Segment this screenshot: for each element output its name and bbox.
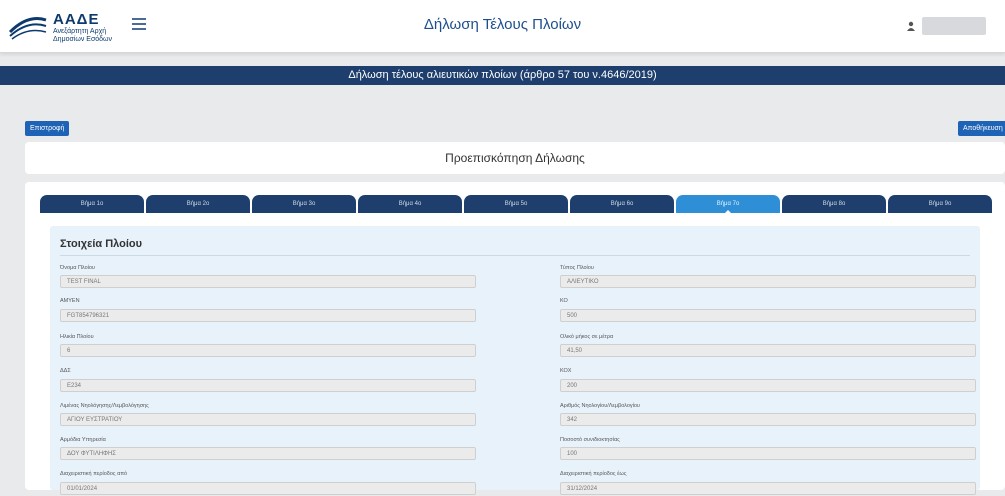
length-label: Ολικό μήκος σε μέτρα	[560, 334, 614, 340]
kox-label: ΚΟΧ	[560, 368, 572, 374]
tab-step-1[interactable]: Βήμα 1ο	[40, 195, 144, 213]
amyen-label: ΑΜΥΕΝ	[60, 298, 80, 304]
vessel-type-label: Τύπος Πλοίου	[560, 265, 594, 271]
ownership-field[interactable]: 100	[560, 447, 976, 460]
back-button[interactable]: Επιστροφή	[25, 121, 70, 136]
registry-number-field[interactable]: 342	[560, 413, 976, 426]
section-title: Στοιχεία Πλοίου	[60, 238, 143, 250]
main-card: Βήμα 1ο Βήμα 2ο Βήμα 3ο Βήμα 4ο Βήμα 5ο …	[25, 182, 1005, 495]
port-field[interactable]: ΑΓΙΟΥ ΕΥΣΤΡΑΤΙΟΥ	[60, 413, 476, 426]
kox-field[interactable]: 200	[560, 379, 976, 392]
user-name-box[interactable]	[922, 17, 986, 35]
tab-step-2[interactable]: Βήμα 2ο	[146, 195, 250, 213]
preview-title-card: Προεπισκόπηση Δήλωσης	[25, 142, 1005, 174]
dds-field[interactable]: E234	[60, 379, 476, 392]
tab-step-6[interactable]: Βήμα 6ο	[570, 195, 674, 213]
length-field[interactable]: 41,50	[560, 344, 976, 357]
menu-icon[interactable]	[132, 18, 146, 30]
page-banner: Δήλωση τέλους αλιευτικών πλοίων (άρθρο 5…	[0, 66, 1005, 85]
logo-subtitle: Ανεξάρτητη Αρχή Δημοσίων Εσόδων	[53, 28, 113, 43]
vessel-age-field[interactable]: 6	[60, 344, 476, 357]
period-from-field[interactable]: 01/01/2024	[60, 482, 476, 495]
logo-title: ΑΑΔΕ	[53, 11, 100, 28]
ko-label: ΚΟ	[560, 298, 568, 304]
period-to-label: Διαχειριστική περίοδος έως	[560, 471, 627, 477]
vessel-name-label: Όνομα Πλοίου	[60, 265, 95, 271]
app-header: ΑΑΔΕ Ανεξάρτητη Αρχή Δημοσίων Εσόδων Δήλ…	[0, 0, 1005, 53]
tab-step-5[interactable]: Βήμα 5ο	[464, 195, 568, 213]
vessel-details-panel: Στοιχεία Πλοίου Όνομα Πλοίου TEST FINAL …	[50, 226, 980, 495]
ownership-label: Ποσοστό συνιδιοκτησίας	[560, 437, 620, 443]
amyen-field[interactable]: FGT854796321	[60, 309, 476, 322]
section-divider	[60, 255, 970, 256]
vessel-name-field[interactable]: TEST FINAL	[60, 275, 476, 288]
vessel-type-field[interactable]: ΑΛΙΕΥΤΙΚΟ	[560, 275, 976, 288]
service-label: Αρμόδια Υπηρεσία	[60, 437, 106, 443]
page-title: Προεπισκόπηση Δήλωσης	[445, 151, 585, 165]
save-button[interactable]: Αποθήκευση	[958, 121, 1005, 136]
port-label: Λιμένας Νηολόγησης/Λεμβολόγησης	[60, 403, 149, 409]
aade-logo-mark-icon	[8, 17, 47, 40]
dds-label: ΔΔΣ	[60, 368, 71, 374]
app-title: Δήλωση Τέλους Πλοίων	[423, 16, 582, 33]
ko-field[interactable]: 500	[560, 309, 976, 322]
tab-step-9[interactable]: Βήμα 9ο	[888, 195, 992, 213]
vessel-age-label: Ηλικία Πλοίου	[60, 334, 94, 340]
period-to-field[interactable]: 31/12/2024	[560, 482, 976, 495]
step-tabs: Βήμα 1ο Βήμα 2ο Βήμα 3ο Βήμα 4ο Βήμα 5ο …	[40, 195, 995, 214]
tab-step-4[interactable]: Βήμα 4ο	[358, 195, 462, 213]
user-icon[interactable]	[906, 21, 916, 31]
period-from-label: Διαχειριστική περίοδος από	[60, 471, 128, 477]
aade-logo[interactable]: ΑΑΔΕ Ανεξάρτητη Αρχή Δημοσίων Εσόδων	[8, 8, 128, 46]
tab-step-3[interactable]: Βήμα 3ο	[252, 195, 356, 213]
service-field[interactable]: ΔΟΥ ΦΥΤΙΛΗΦΗΣ	[60, 447, 476, 460]
tab-step-7[interactable]: Βήμα 7ο	[676, 195, 780, 214]
registry-number-label: Αριθμός Νηολογίου/Λεμβολογίου	[560, 403, 640, 409]
tab-step-8[interactable]: Βήμα 8ο	[782, 195, 886, 213]
